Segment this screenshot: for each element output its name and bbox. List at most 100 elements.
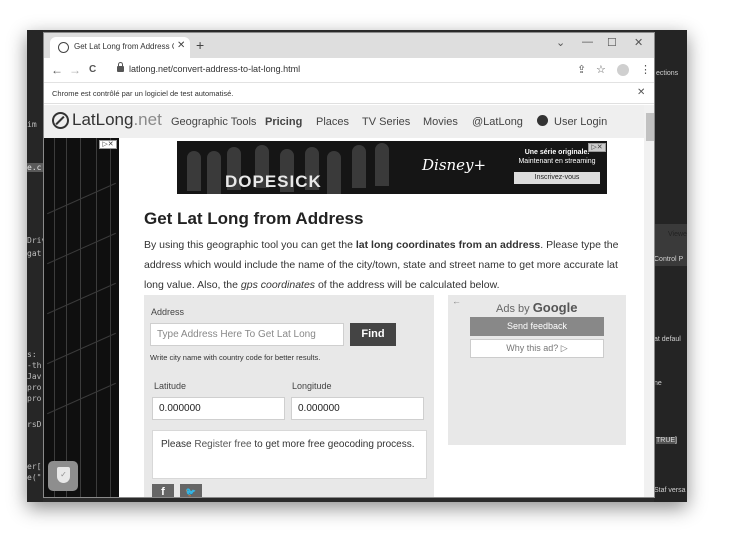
ads-back-arrow-icon[interactable]: ← (452, 296, 461, 306)
ide-fragment: ections (656, 70, 679, 77)
ad-graphic-line (66, 138, 67, 497)
ide-fragment: Control P (654, 256, 684, 263)
disney-plus-logo: Disney+ (422, 156, 487, 174)
twitter-icon[interactable]: 🐦 (180, 484, 202, 497)
new-tab-button[interactable]: + (196, 37, 204, 53)
banner-line-2: Maintenant en streaming (518, 158, 596, 165)
nav-latlong-twitter[interactable]: @LatLong (472, 116, 523, 128)
ide-fragment: s: (27, 350, 37, 359)
ad-graphic-line (47, 232, 116, 265)
ad-choices-icon[interactable]: ▷✕ (588, 143, 606, 152)
ide-fragment: Staf versa (654, 487, 686, 494)
compass-favicon-icon (58, 42, 69, 53)
site-logo[interactable]: LatLong.net (72, 110, 162, 130)
shield-icon: ✓ (57, 467, 70, 483)
ad-graphic-line (80, 138, 81, 497)
facebook-icon[interactable]: f (152, 484, 174, 497)
share-icon[interactable]: ⇪ (577, 63, 586, 76)
banner-figure (187, 151, 201, 191)
close-window-button[interactable]: ✕ (634, 36, 643, 49)
why-this-ad-button[interactable]: Why this ad? ▷ (470, 339, 604, 358)
tab-close-icon[interactable]: ✕ (177, 40, 185, 51)
ide-fragment: at defaul (654, 336, 681, 343)
logo-main: LatLong (72, 110, 134, 129)
background-ide-right: ections Viewe Control P at defaul ne TRU… (654, 30, 687, 502)
send-feedback-button[interactable]: Send feedback (470, 317, 604, 336)
profile-avatar[interactable] (617, 64, 629, 76)
privacy-shield-button[interactable]: ✓ (48, 461, 78, 491)
banner-title: DOPESICK (225, 172, 322, 191)
intro-bold: lat long coordinates from an address (355, 239, 541, 251)
register-text: to get more free geocoding process. (251, 439, 415, 450)
nav-pricing[interactable]: Pricing (265, 116, 302, 128)
browser-tab[interactable]: Get Lat Long from Address Conv ✕ (50, 37, 190, 58)
ad-graphic-line (110, 138, 111, 497)
banner-figure (327, 151, 341, 194)
ide-fragment: er[ (27, 462, 42, 471)
address-input[interactable]: Type Address Here To Get Lat Long (150, 323, 344, 346)
latitude-field[interactable]: 0.000000 (152, 397, 285, 420)
latitude-label: Latitude (154, 381, 187, 391)
nav-places[interactable]: Places (316, 116, 349, 128)
ads-by-text: Ads by (496, 303, 533, 315)
nav-movies[interactable]: Movies (423, 116, 458, 128)
automation-infobar: Chrome est contrôlé par un logiciel de t… (44, 83, 654, 104)
lock-icon[interactable] (117, 62, 124, 72)
browser-toolbar: ← → C latlong.net/convert-address-to-lat… (44, 58, 654, 83)
ide-fragment: e(" (27, 473, 42, 482)
intro-italic: gps coordinates (240, 279, 316, 291)
address-hint: Write city name with country code for be… (150, 353, 321, 362)
find-button[interactable]: Find (350, 323, 396, 346)
reload-button[interactable]: C (89, 64, 96, 75)
ad-choices-icon[interactable]: ▷✕ (99, 140, 117, 149)
register-prompt: Please Register free to get more free ge… (152, 430, 427, 479)
page-scrollbar[interactable] (644, 105, 654, 497)
ad-graphic-line (54, 138, 55, 497)
ide-fragment: -th (27, 361, 42, 370)
ad-graphic-line (47, 282, 116, 315)
page-title: Get Lat Long from Address (144, 209, 364, 228)
screenshot-stage: im e.c Driv gat s: -th Jav pro pro rsD e… (0, 0, 737, 557)
ide-fragment: e.c (27, 163, 43, 172)
kebab-menu-icon[interactable]: ⋮ (640, 63, 651, 76)
google-wordmark: Google (532, 300, 578, 315)
address-form-panel: Address Type Address Here To Get Lat Lon… (144, 295, 434, 497)
maximize-button[interactable]: ☐ (607, 36, 617, 49)
background-ide-left: im e.c Driv gat s: -th Jav pro pro rsD e… (27, 30, 46, 502)
tab-search-icon[interactable]: ⌄ (556, 36, 565, 49)
minimize-button[interactable]: — (582, 36, 593, 48)
ad-graphic-line (47, 382, 116, 415)
banner-advertisement[interactable]: DOPESICK Disney+ Une série originale. Ma… (177, 141, 607, 194)
ide-fragment: rsD (27, 420, 42, 429)
longitude-label: Longitude (292, 381, 332, 391)
intro-text: of the address will be calculated below. (315, 279, 500, 291)
scrollbar-thumb[interactable] (646, 113, 654, 141)
compass-logo-icon[interactable] (52, 112, 69, 129)
side-advertisement[interactable]: ▷✕ ✓ (44, 138, 119, 497)
ide-fragment: ne (654, 380, 662, 387)
banner-cta-button[interactable]: Inscrivez-vous (514, 172, 600, 184)
automation-notice: Chrome est contrôlé par un logiciel de t… (52, 89, 234, 98)
tab-title: Get Lat Long from Address Conv (74, 42, 174, 51)
user-login-link[interactable]: User Login (554, 116, 607, 128)
nav-geographic-tools[interactable]: Geographic Tools (171, 116, 256, 128)
forward-button[interactable]: → (69, 63, 81, 77)
banner-figure (207, 151, 221, 194)
infobar-close-icon[interactable]: ✕ (637, 87, 645, 98)
site-navbar: LatLong.net Geographic Tools Pricing Pla… (44, 105, 644, 138)
tab-strip: Get Lat Long from Address Conv ✕ + ⌄ — ☐… (44, 33, 654, 58)
back-button[interactable]: ← (51, 63, 63, 77)
logo-suffix: .net (133, 110, 162, 129)
user-icon[interactable] (537, 115, 548, 126)
nav-tv-series[interactable]: TV Series (362, 116, 410, 128)
address-label: Address (151, 307, 185, 317)
ide-fragment: gat (27, 249, 42, 258)
intro-text: By using this geographic tool you can ge… (144, 239, 356, 251)
longitude-field[interactable]: 0.000000 (291, 397, 424, 420)
banner-figure (375, 143, 389, 186)
ide-fragment: pro (27, 383, 42, 392)
register-link[interactable]: Register free (194, 439, 251, 450)
address-bar[interactable]: latlong.net/convert-address-to-lat-long.… (129, 64, 300, 74)
bookmark-star-icon[interactable]: ☆ (596, 63, 606, 76)
ads-by-google: Ads by Google (496, 300, 577, 315)
